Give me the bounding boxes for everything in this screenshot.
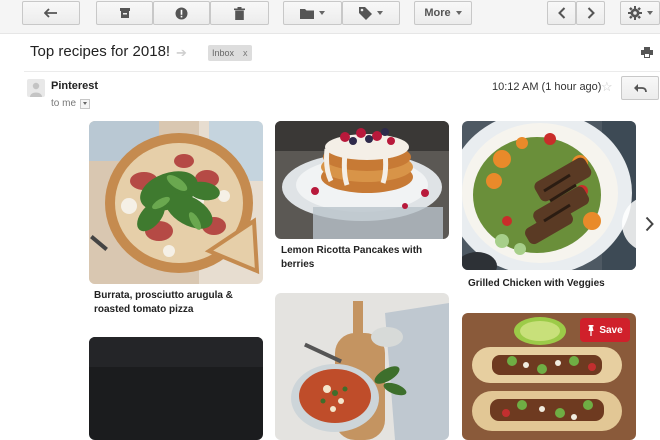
delete-button[interactable] (210, 1, 269, 25)
more-button[interactable]: More (414, 1, 472, 25)
arrow-left-icon (44, 8, 57, 18)
pin-icon (588, 324, 594, 336)
newer-button[interactable] (547, 1, 576, 25)
card-title-pizza[interactable]: Burrata, prosciutto arugula & roasted to… (94, 289, 264, 317)
chevron-left-icon (557, 7, 565, 19)
inbox-label-chip[interactable]: Inbox x (208, 45, 252, 61)
email-subject: Top recipes for 2018! (30, 43, 171, 60)
sender-name[interactable]: Pinterest (51, 80, 98, 92)
pizza-image[interactable] (89, 121, 263, 284)
recipients-text: to me (51, 98, 77, 109)
trash-icon (234, 6, 245, 20)
tag-icon (359, 6, 372, 20)
email-timestamp: 10:12 AM (1 hour ago) (492, 81, 602, 93)
more-label: More (424, 7, 451, 19)
card-title-chicken[interactable]: Grilled Chicken with Veggies (468, 277, 638, 291)
folder-icon (300, 8, 314, 19)
report-spam-button[interactable] (153, 1, 210, 25)
reply-icon (634, 84, 647, 93)
archive-icon (119, 8, 130, 18)
star-icon[interactable]: ☆ (601, 79, 613, 95)
move-to-button[interactable] (283, 1, 342, 25)
gear-icon (627, 6, 642, 20)
labels-button[interactable] (342, 1, 400, 25)
chevron-right-icon (587, 7, 595, 19)
back-button[interactable] (22, 1, 80, 25)
header-divider (24, 71, 660, 72)
sender-avatar[interactable] (27, 79, 45, 97)
save-button[interactable]: Save (580, 318, 630, 342)
save-label: Save (599, 324, 623, 336)
older-button[interactable] (576, 1, 605, 25)
chicken-image[interactable] (462, 121, 636, 270)
report-spam-icon (175, 7, 188, 19)
inbox-label-text: Inbox (212, 48, 235, 58)
show-details-button[interactable] (80, 98, 91, 109)
recipients-line: to me (51, 98, 91, 109)
print-icon[interactable] (641, 45, 653, 63)
importance-marker-icon[interactable]: ➔ (176, 45, 187, 61)
card-title-pancakes[interactable]: Lemon Ricotta Pancakes with berries (281, 244, 451, 272)
chevron-down-icon (83, 102, 88, 105)
settings-button[interactable] (620, 1, 660, 25)
reply-button[interactable] (621, 76, 659, 100)
archive-button[interactable] (96, 1, 153, 25)
soup-image[interactable] (275, 293, 449, 440)
toolbar: More (0, 0, 660, 34)
dark-recipe-image[interactable] (89, 337, 263, 440)
remove-label-icon[interactable]: x (243, 48, 248, 58)
pancakes-image[interactable] (275, 121, 449, 239)
chevron-right-icon (645, 216, 654, 232)
